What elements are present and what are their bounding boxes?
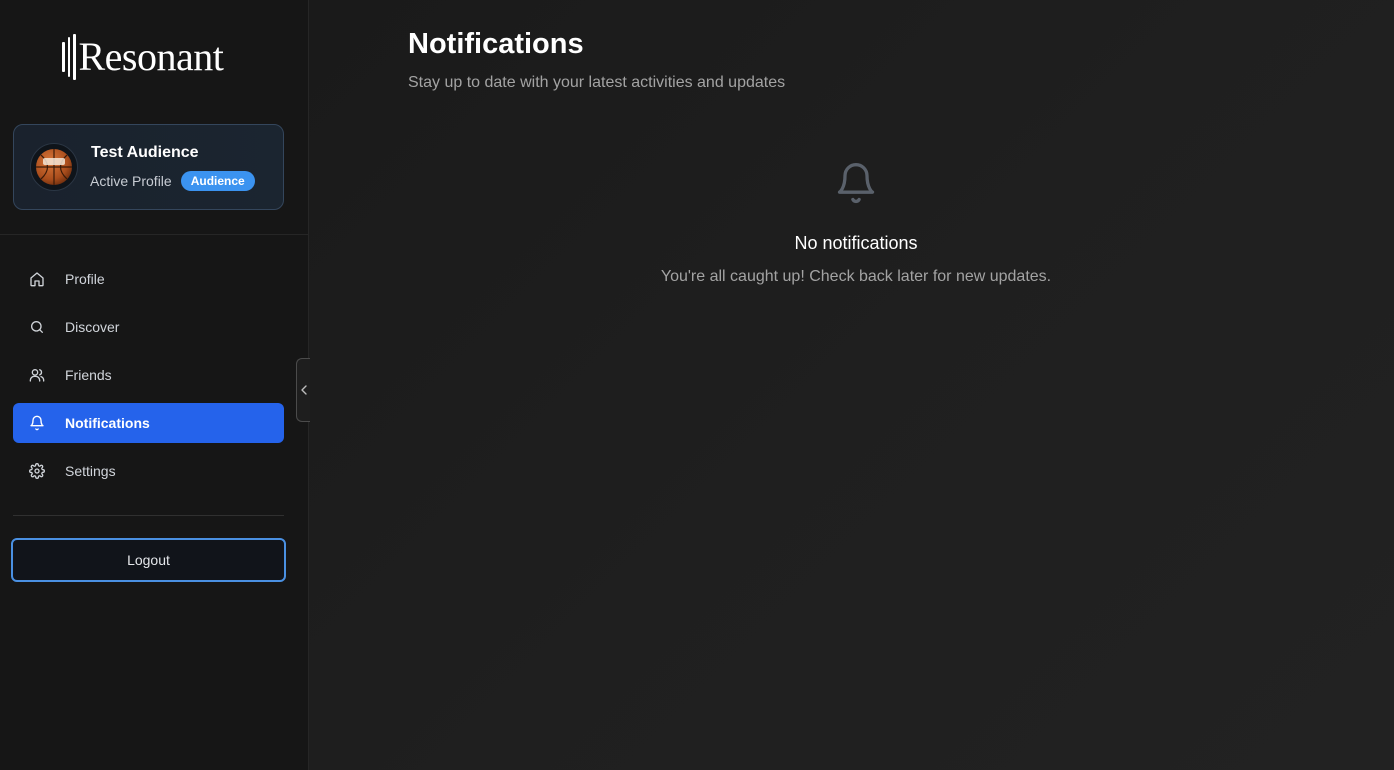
bell-icon xyxy=(834,158,878,213)
sidebar-item-profile[interactable]: Profile xyxy=(13,259,284,299)
page-title: Notifications xyxy=(408,28,584,60)
role-badge: Audience xyxy=(180,171,255,191)
empty-state-description: You're all caught up! Check back later f… xyxy=(660,268,1052,285)
brand-logo[interactable]: Resonant xyxy=(62,32,224,82)
sidebar-item-label: Discover xyxy=(65,319,120,335)
sidebar-item-settings[interactable]: Settings xyxy=(13,451,284,491)
active-profile-card[interactable]: Test Audience Active Profile Audience xyxy=(13,124,284,210)
sidebar-collapse-toggle[interactable] xyxy=(296,358,310,422)
sidebar-item-label: Notifications xyxy=(65,415,150,431)
sidebar-item-label: Settings xyxy=(65,463,116,479)
search-icon xyxy=(29,319,45,335)
sidebar-item-label: Friends xyxy=(65,367,112,383)
sidebar: Resonant Test Audience Active Profile Au… xyxy=(0,0,309,770)
avatar xyxy=(30,143,78,191)
users-icon xyxy=(29,367,45,383)
profile-status: Active Profile Audience xyxy=(90,171,255,191)
basketball-icon xyxy=(36,149,72,185)
empty-state-title: No notifications xyxy=(794,233,918,253)
home-icon xyxy=(29,271,45,287)
chevron-left-icon xyxy=(300,385,307,395)
logo-bars-icon xyxy=(62,34,76,80)
sidebar-item-label: Profile xyxy=(65,271,105,287)
sidebar-item-friends[interactable]: Friends xyxy=(13,355,284,395)
profile-name: Test Audience xyxy=(91,144,199,161)
app-root: Resonant Test Audience Active Profile Au… xyxy=(0,0,1394,770)
sidebar-nav: Profile Discover Friends Notifications S… xyxy=(13,259,284,499)
sidebar-item-discover[interactable]: Discover xyxy=(13,307,284,347)
gear-icon xyxy=(29,463,45,479)
sidebar-divider xyxy=(0,234,308,235)
main-content: Notifications Stay up to date with your … xyxy=(309,0,1394,770)
sidebar-divider-bottom xyxy=(13,515,284,516)
logout-button[interactable]: Logout xyxy=(11,538,286,582)
page-subtitle: Stay up to date with your latest activit… xyxy=(408,74,786,91)
profile-status-label: Active Profile xyxy=(90,173,172,189)
empty-state-content: No notifications You're all caught up! C… xyxy=(603,158,1109,286)
brand-name: Resonant xyxy=(78,34,224,79)
sidebar-item-notifications[interactable]: Notifications xyxy=(13,403,284,443)
bell-icon xyxy=(29,415,45,431)
